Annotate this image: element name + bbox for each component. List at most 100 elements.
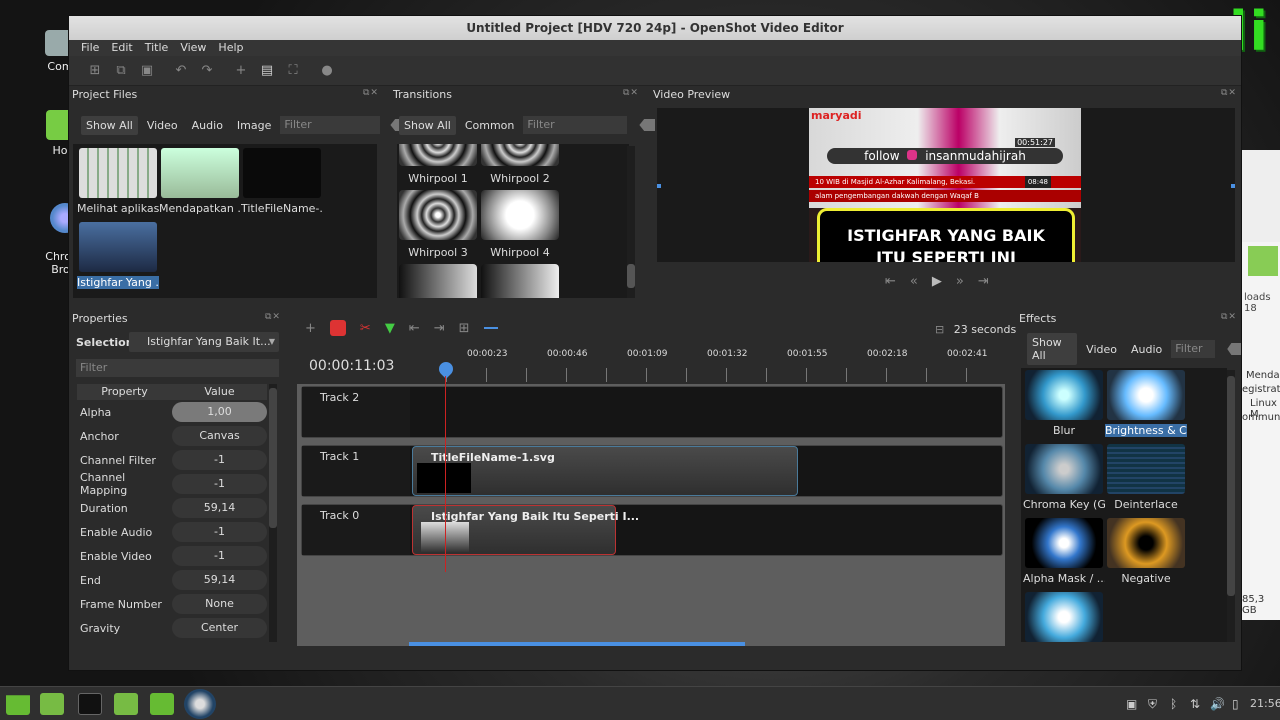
property-value[interactable]: None bbox=[172, 594, 267, 614]
property-value[interactable]: Canvas bbox=[172, 426, 267, 446]
fast-forward-icon[interactable]: » bbox=[956, 274, 964, 289]
effect-label-selected[interactable]: Brightness & C... bbox=[1105, 424, 1187, 437]
undo-icon[interactable]: ↶ bbox=[173, 63, 189, 79]
property-row[interactable]: Channel Filter -1 bbox=[77, 448, 267, 472]
property-row[interactable]: Anchor Canvas bbox=[77, 424, 267, 448]
property-value[interactable]: 59,14 bbox=[172, 498, 267, 518]
menu-view[interactable]: View bbox=[174, 40, 212, 56]
transitions-dock-buttons[interactable]: ⧉✕ bbox=[623, 88, 639, 98]
property-value[interactable]: -1 bbox=[172, 522, 267, 542]
track-1[interactable]: Track 1 TitleFileName-1.svg bbox=[301, 445, 1003, 497]
property-row[interactable]: Enable Video -1 bbox=[77, 544, 267, 568]
razor-icon[interactable]: ✂ bbox=[360, 321, 371, 336]
transition-thumbnail[interactable] bbox=[399, 144, 477, 166]
clear-filter-icon[interactable] bbox=[639, 119, 656, 131]
effect-label[interactable]: Chroma Key (G... bbox=[1023, 498, 1105, 511]
preview-dock-buttons[interactable]: ⧉✕ bbox=[1221, 88, 1237, 98]
video-preview-area[interactable]: maryadi 00:51:27 follow insanmudahijrah … bbox=[657, 108, 1235, 262]
battery-icon[interactable]: ▯ bbox=[1232, 697, 1239, 711]
file-thumbnail[interactable] bbox=[161, 148, 239, 198]
transitions-filter-input[interactable]: Filter bbox=[523, 116, 628, 134]
terminal-icon[interactable] bbox=[78, 693, 102, 715]
transition-label[interactable]: Whirpool 1 bbox=[397, 172, 479, 185]
bluetooth-icon[interactable]: ᛒ bbox=[1170, 697, 1177, 711]
timeline-clip-video[interactable]: Istighfar Yang Baik Itu Seperti I... bbox=[412, 505, 639, 555]
save-project-icon[interactable]: ▣ bbox=[139, 63, 155, 79]
effects-filter-video[interactable]: Video bbox=[1081, 340, 1122, 359]
file-thumbnail[interactable] bbox=[79, 148, 157, 198]
open-project-icon[interactable]: ⧉ bbox=[113, 63, 129, 79]
mint-menu-icon[interactable] bbox=[6, 695, 30, 715]
show-desktop-icon[interactable] bbox=[40, 693, 64, 715]
property-row[interactable]: Alpha 1,00 bbox=[77, 400, 267, 424]
transition-thumbnail[interactable] bbox=[399, 264, 477, 298]
property-row[interactable]: Duration 59,14 bbox=[77, 496, 267, 520]
menu-title[interactable]: Title bbox=[139, 40, 175, 56]
files-filter-audio[interactable]: Audio bbox=[187, 116, 228, 135]
property-row[interactable]: Enable Audio -1 bbox=[77, 520, 267, 544]
zoom-slider[interactable] bbox=[483, 327, 498, 329]
export-video-icon[interactable]: ● bbox=[319, 63, 335, 79]
network-icon[interactable]: ⇅ bbox=[1190, 697, 1200, 711]
property-value[interactable]: -1 bbox=[172, 474, 267, 494]
transition-thumbnail[interactable] bbox=[481, 144, 559, 166]
file-label-selected[interactable]: Istighfar Yang ... bbox=[77, 276, 159, 289]
property-row[interactable]: Gravity Center bbox=[77, 616, 267, 638]
properties-filter-input[interactable]: Filter bbox=[76, 359, 279, 377]
menu-file[interactable]: File bbox=[75, 40, 105, 56]
transition-thumbnail[interactable] bbox=[399, 190, 477, 240]
selection-dropdown[interactable]: Istighfar Yang Baik It... ▼ bbox=[129, 332, 279, 352]
rewind-icon[interactable]: « bbox=[910, 274, 918, 289]
file-label[interactable]: TitleFileName-... bbox=[241, 202, 323, 215]
effect-thumbnail[interactable] bbox=[1025, 592, 1103, 642]
import-files-icon[interactable]: + bbox=[233, 63, 249, 79]
jump-end-icon[interactable]: ⇥ bbox=[978, 274, 989, 289]
clear-filter-icon[interactable] bbox=[1227, 343, 1241, 355]
effects-dock-buttons[interactable]: ⧉✕ bbox=[1221, 312, 1237, 322]
transitions-scrollbar[interactable] bbox=[627, 146, 635, 298]
file-label[interactable]: Melihat aplikas... bbox=[77, 202, 159, 215]
transition-thumbnail[interactable] bbox=[481, 264, 559, 298]
property-value[interactable]: -1 bbox=[172, 546, 267, 566]
effect-label[interactable]: Deinterlace bbox=[1105, 498, 1187, 511]
track-2[interactable]: Track 2 bbox=[301, 386, 1003, 438]
timeline-hscroll[interactable] bbox=[409, 642, 745, 646]
previous-marker-icon[interactable]: ⇤ bbox=[409, 321, 420, 336]
shield-icon[interactable]: ⛨ bbox=[1148, 697, 1157, 712]
transition-label[interactable]: Whirpool 3 bbox=[397, 246, 479, 259]
mint-icon[interactable] bbox=[150, 693, 174, 715]
openshot-task-icon[interactable] bbox=[184, 689, 216, 719]
effects-filter-show-all[interactable]: Show All bbox=[1027, 333, 1078, 365]
clock[interactable]: 21:56 bbox=[1250, 697, 1280, 710]
effect-deinterlace-thumbnail[interactable] bbox=[1107, 444, 1185, 494]
effects-filter-audio[interactable]: Audio bbox=[1126, 340, 1167, 359]
transitions-filter-show-all[interactable]: Show All bbox=[399, 115, 456, 135]
effect-negative-thumbnail[interactable] bbox=[1107, 518, 1185, 568]
timeline-clip-title[interactable]: TitleFileName-1.svg bbox=[412, 446, 798, 496]
menu-help[interactable]: Help bbox=[212, 40, 249, 56]
file-thumbnail[interactable] bbox=[79, 222, 157, 272]
effect-label[interactable]: Negative bbox=[1105, 572, 1187, 585]
property-row[interactable]: End 59,14 bbox=[77, 568, 267, 592]
new-project-icon[interactable]: ⊞ bbox=[87, 63, 103, 79]
project-files-dock-buttons[interactable]: ⧉✕ bbox=[363, 88, 379, 98]
files-filter-input[interactable]: Filter bbox=[280, 116, 381, 134]
file-label[interactable]: Mendapatkan ... bbox=[159, 202, 241, 215]
files-filter-show-all[interactable]: Show All bbox=[81, 115, 138, 135]
effect-chroma-thumbnail[interactable] bbox=[1025, 444, 1103, 494]
properties-dock-buttons[interactable]: ⧉✕ bbox=[265, 312, 281, 322]
files-filter-video[interactable]: Video bbox=[142, 116, 183, 135]
transition-label[interactable]: Whirpool 2 bbox=[479, 172, 561, 185]
menu-edit[interactable]: Edit bbox=[105, 40, 138, 56]
snapping-icon[interactable] bbox=[329, 320, 346, 336]
redo-icon[interactable]: ↷ bbox=[199, 63, 215, 79]
property-value[interactable]: 59,14 bbox=[172, 570, 267, 590]
playhead-line[interactable] bbox=[445, 376, 446, 572]
choose-profile-icon[interactable]: ▤ bbox=[259, 63, 275, 79]
track-0[interactable]: Track 0 Istighfar Yang Baik Itu Seperti … bbox=[301, 504, 1003, 556]
transition-label[interactable]: Whirpool 4 bbox=[479, 246, 561, 259]
effect-blur-thumbnail[interactable] bbox=[1025, 370, 1103, 420]
transition-thumbnail[interactable] bbox=[481, 190, 559, 240]
properties-scrollbar[interactable] bbox=[269, 384, 277, 642]
file-manager-icon[interactable] bbox=[114, 693, 138, 715]
